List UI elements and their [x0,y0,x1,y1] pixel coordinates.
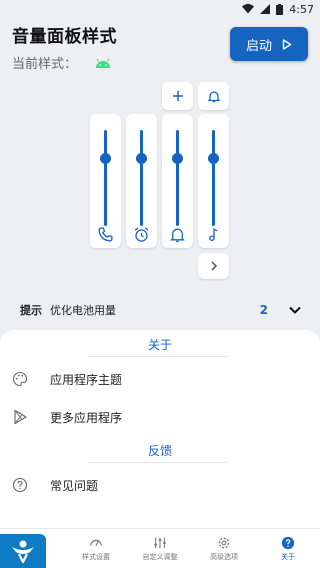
nav-item-label: 自定义调整 [142,552,178,561]
section-feedback-title: 反馈 [147,444,172,458]
phone-icon [98,227,113,242]
nav-item-about[interactable]: 关于 [256,529,320,568]
menu-item-label: 应用程序主题 [50,372,123,387]
slider-media-volume[interactable] [198,114,229,248]
tip-count-badge: 2 [259,303,268,317]
current-style-label: 当前样式： [12,57,78,72]
section-header-about: 关于 [0,330,320,360]
menu-item-faq[interactable]: 常见问题 [0,466,320,504]
status-time: 4:57 [289,2,314,16]
slider-alarm-volume[interactable] [126,114,157,248]
tip-text: 优化电池用量 [50,304,116,317]
start-button-label: 启动 [245,38,272,54]
slider-ring-volume[interactable] [162,114,193,248]
play-outline-icon [282,38,292,50]
chevron-down-icon[interactable] [288,303,302,317]
add-button[interactable] [162,82,193,110]
sliders-icon [154,537,166,548]
help-circle-icon [12,477,28,493]
bell-icon [170,228,185,243]
header: 音量面板样式 当前样式： [12,22,117,72]
logo-icon [12,540,34,563]
alarm-icon [134,227,149,242]
current-style-row: 当前样式： [12,53,117,72]
bell-icon [207,90,220,102]
section-about-title: 关于 [147,338,172,352]
slider-track [104,130,107,226]
nav-item-label: 高级选项 [210,552,238,561]
nav-item-label: 关于 [281,552,295,561]
ringer-mode-button[interactable] [198,82,229,110]
android-icon [96,58,111,68]
divider [88,462,228,463]
nav-item-style-settings[interactable]: 样式设置 [64,529,128,568]
expand-panel-button[interactable] [198,253,229,279]
slider-call-volume[interactable] [90,114,121,248]
status-bar: 4:57 [0,0,320,18]
watermark-logo [0,534,46,568]
help-icon [281,536,295,549]
menu-item-more-apps[interactable]: 更多应用程序 [0,398,320,436]
nav-item-customize[interactable]: 自定义调整 [128,529,192,568]
gear-icon [218,537,230,548]
nav-item-advanced[interactable]: 高级选项 [192,529,256,568]
slider-thumb[interactable] [100,153,111,165]
menu-item-label: 常见问题 [50,478,99,493]
plus-icon [172,91,183,101]
menu-item-app-theme[interactable]: 应用程序主题 [0,360,320,398]
palette-icon [12,371,28,387]
bottom-nav: 样式 样式设置 自定义调整 高级选项 关于 [0,528,320,568]
signal-icon [260,4,271,14]
music-note-icon [209,228,218,241]
slider-track [140,130,143,226]
battery-icon [276,3,284,15]
menu-item-label: 更多应用程序 [50,410,123,425]
gauge-icon [90,539,102,546]
divider [88,356,228,357]
page-title: 音量面板样式 [12,27,117,47]
slider-track [212,130,215,226]
slider-thumb[interactable] [172,153,183,165]
about-sheet: 关于 应用程序主题 更多应用程序 反馈 常见问题 [0,330,320,530]
wifi-icon [242,4,255,14]
slider-track [176,130,179,226]
tip-label: 提示 [20,304,42,317]
start-button[interactable]: 启动 [230,27,308,61]
section-header-feedback: 反馈 [0,436,320,466]
tip-row[interactable]: 提示 优化电池用量 2 [20,302,302,318]
slider-thumb[interactable] [136,153,147,165]
chevron-right-icon [210,261,217,271]
nav-item-label: 样式设置 [82,552,110,561]
play-store-icon [14,409,27,425]
slider-thumb[interactable] [208,153,219,165]
